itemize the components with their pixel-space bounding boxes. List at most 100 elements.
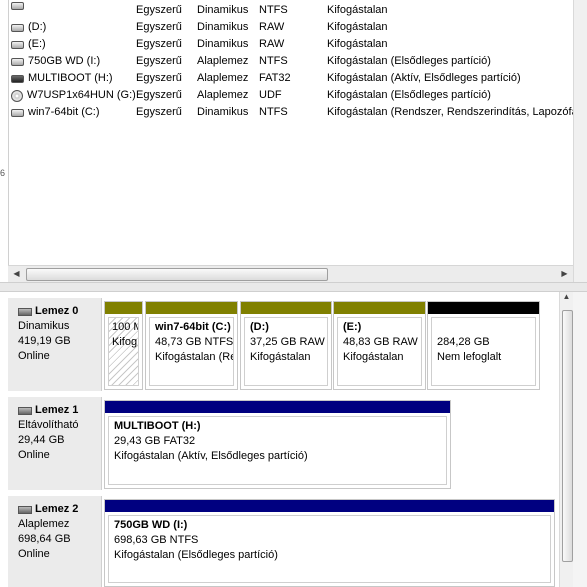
partition-bar bbox=[428, 302, 539, 314]
partition-i[interactable]: 750GB WD (I:) 698,63 GB NTFS Kifogástala… bbox=[104, 499, 555, 587]
volume-layout: Egyszerű bbox=[136, 89, 182, 101]
disk-row: Lemez 0 Dinamikus 419,19 GB Online 100 M… bbox=[8, 298, 559, 391]
horizontal-scroll-thumb[interactable] bbox=[26, 268, 328, 281]
partition-size: 48,73 GB NTFS bbox=[155, 336, 234, 348]
volume-layout: Egyszerű bbox=[136, 38, 182, 50]
partition-title: MULTIBOOT (H:) bbox=[114, 420, 201, 432]
disk-title: Lemez 0 bbox=[35, 305, 79, 317]
volume-filesystem: NTFS bbox=[259, 106, 288, 118]
pane-splitter[interactable] bbox=[0, 282, 587, 292]
drive-icon bbox=[11, 23, 24, 32]
disk-row: Lemez 2 Alaplemez 698,64 GB Online 750GB… bbox=[8, 496, 559, 587]
volume-filesystem: UDF bbox=[259, 89, 282, 101]
scroll-right-arrow-icon[interactable]: ▶ bbox=[556, 266, 573, 282]
volume-type: Dinamikus bbox=[197, 21, 249, 33]
partition-bar bbox=[146, 302, 237, 314]
partition-h[interactable]: MULTIBOOT (H:) 29,43 GB FAT32 Kifogástal… bbox=[104, 400, 451, 489]
partition-body: 284,28 GB Nem lefoglalt bbox=[431, 317, 536, 386]
drive-icon bbox=[11, 40, 24, 49]
vertical-scroll-thumb[interactable] bbox=[562, 310, 573, 562]
partition-body: MULTIBOOT (H:) 29,43 GB FAT32 Kifogástal… bbox=[108, 416, 447, 485]
volume-type: Dinamikus bbox=[197, 38, 249, 50]
partition-status: Kifogástalan (Aktív, Elsődleges partíció… bbox=[114, 450, 308, 462]
disk-map-pane: Lemez 0 Dinamikus 419,19 GB Online 100 M… bbox=[8, 292, 559, 587]
scroll-up-arrow-icon[interactable]: ▲ bbox=[560, 292, 573, 301]
partition-status: Kifogástalan (Rer bbox=[155, 351, 234, 363]
volume-status: Kifogástalan (Aktív, Elsődleges partíció… bbox=[327, 72, 521, 84]
disk-type: Eltávolítható bbox=[18, 419, 79, 431]
partition-unallocated[interactable]: 284,28 GB Nem lefoglalt bbox=[427, 301, 540, 390]
partition-e[interactable]: (E:) 48,83 GB RAW Kifogástalan bbox=[333, 301, 426, 390]
volume-name: (D:) bbox=[28, 21, 47, 33]
partition-body: win7-64bit (C:) 48,73 GB NTFS Kifogástal… bbox=[149, 317, 234, 386]
volume-name: (E:) bbox=[28, 38, 46, 50]
volume-type: Alaplemez bbox=[197, 55, 249, 67]
volume-status: Kifogástalan bbox=[327, 21, 388, 33]
partition-body: 750GB WD (I:) 698,63 GB NTFS Kifogástala… bbox=[108, 515, 551, 583]
partition-status: Kifogástalan (Elsődleges partíció) bbox=[114, 549, 278, 561]
horizontal-scrollbar[interactable]: ◀ ▶ bbox=[8, 265, 573, 282]
volume-type: Alaplemez bbox=[197, 72, 249, 84]
volume-status: Kifogástalan (Elsődleges partíció) bbox=[327, 89, 491, 101]
partition-body: (E:) 48,83 GB RAW Kifogástalan bbox=[337, 317, 422, 386]
volume-status: Kifogástalan bbox=[327, 4, 388, 16]
partition-title: win7-64bit (C:) bbox=[155, 321, 231, 333]
volume-type: Alaplemez bbox=[197, 89, 249, 101]
window-right-edge bbox=[573, 292, 587, 587]
disk-title: Lemez 2 bbox=[35, 503, 79, 515]
disk-icon bbox=[18, 307, 32, 316]
volume-layout: Egyszerű bbox=[136, 21, 182, 33]
partition-size: 29,43 GB FAT32 bbox=[114, 435, 196, 447]
vertical-scrollbar[interactable]: ▲ bbox=[559, 292, 573, 587]
disk-state: Online bbox=[18, 548, 50, 560]
disk-label[interactable]: Lemez 2 Alaplemez 698,64 GB Online bbox=[8, 496, 102, 587]
disk-title: Lemez 1 bbox=[35, 404, 79, 416]
disk-state: Online bbox=[18, 350, 50, 362]
volume-type: Dinamikus bbox=[197, 4, 249, 16]
left-edge-mark: 6 bbox=[0, 168, 6, 178]
volume-filesystem: NTFS bbox=[259, 4, 288, 16]
disk-size: 419,19 GB bbox=[18, 335, 71, 347]
removable-drive-icon bbox=[11, 74, 24, 83]
partition-status: Kifogástalan bbox=[343, 351, 404, 363]
partition-size: 100 M bbox=[112, 321, 138, 333]
disk-type: Dinamikus bbox=[18, 320, 70, 332]
partition-c[interactable]: win7-64bit (C:) 48,73 GB NTFS Kifogástal… bbox=[145, 301, 238, 390]
volume-status: Kifogástalan bbox=[327, 38, 388, 50]
partition-body: 100 M Kifog bbox=[108, 317, 139, 386]
drive-icon bbox=[11, 2, 24, 10]
volume-filesystem: RAW bbox=[259, 38, 285, 50]
disk-label[interactable]: Lemez 0 Dinamikus 419,19 GB Online bbox=[8, 298, 102, 391]
disk-icon bbox=[18, 406, 32, 415]
volume-layout: Egyszerű bbox=[136, 106, 182, 118]
volume-name: 750GB WD (I:) bbox=[28, 55, 101, 67]
partition-body: (D:) 37,25 GB RAW Kifogástalan bbox=[244, 317, 328, 386]
partition-system-reserved[interactable]: 100 M Kifog bbox=[104, 301, 143, 390]
volume-list-right-edge bbox=[573, 0, 587, 290]
volume-layout: Egyszerű bbox=[136, 72, 182, 84]
partition-size: 284,28 GB bbox=[437, 336, 490, 348]
volume-list[interactable]: Egyszerű Dinamikus NTFS Kifogástalan (D:… bbox=[8, 0, 574, 265]
drive-icon bbox=[11, 57, 24, 66]
partition-status: Kifogástalan bbox=[250, 351, 311, 363]
partition-title: (E:) bbox=[343, 321, 362, 333]
volume-layout: Egyszerű bbox=[136, 55, 182, 67]
scroll-left-arrow-icon[interactable]: ◀ bbox=[8, 266, 25, 282]
partition-size: 698,63 GB NTFS bbox=[114, 534, 199, 546]
partition-title: (D:) bbox=[250, 321, 269, 333]
partition-status: Kifog bbox=[112, 336, 138, 348]
partition-d[interactable]: (D:) 37,25 GB RAW Kifogástalan bbox=[240, 301, 332, 390]
volume-name: win7-64bit (C:) bbox=[28, 106, 100, 118]
volume-status: Kifogástalan (Elsődleges partíció) bbox=[327, 55, 491, 67]
disk-label[interactable]: Lemez 1 Eltávolítható 29,44 GB Online bbox=[8, 397, 102, 490]
disk-state: Online bbox=[18, 449, 50, 461]
volume-layout: Egyszerű bbox=[136, 4, 182, 16]
partition-bar bbox=[105, 302, 142, 314]
volume-filesystem: RAW bbox=[259, 21, 285, 33]
cd-drive-icon bbox=[11, 89, 23, 102]
disk-size: 698,64 GB bbox=[18, 533, 71, 545]
partition-title: 750GB WD (I:) bbox=[114, 519, 188, 531]
partition-bar bbox=[105, 401, 450, 413]
disk-row: Lemez 1 Eltávolítható 29,44 GB Online MU… bbox=[8, 397, 559, 490]
partition-size: 48,83 GB RAW bbox=[343, 336, 418, 348]
